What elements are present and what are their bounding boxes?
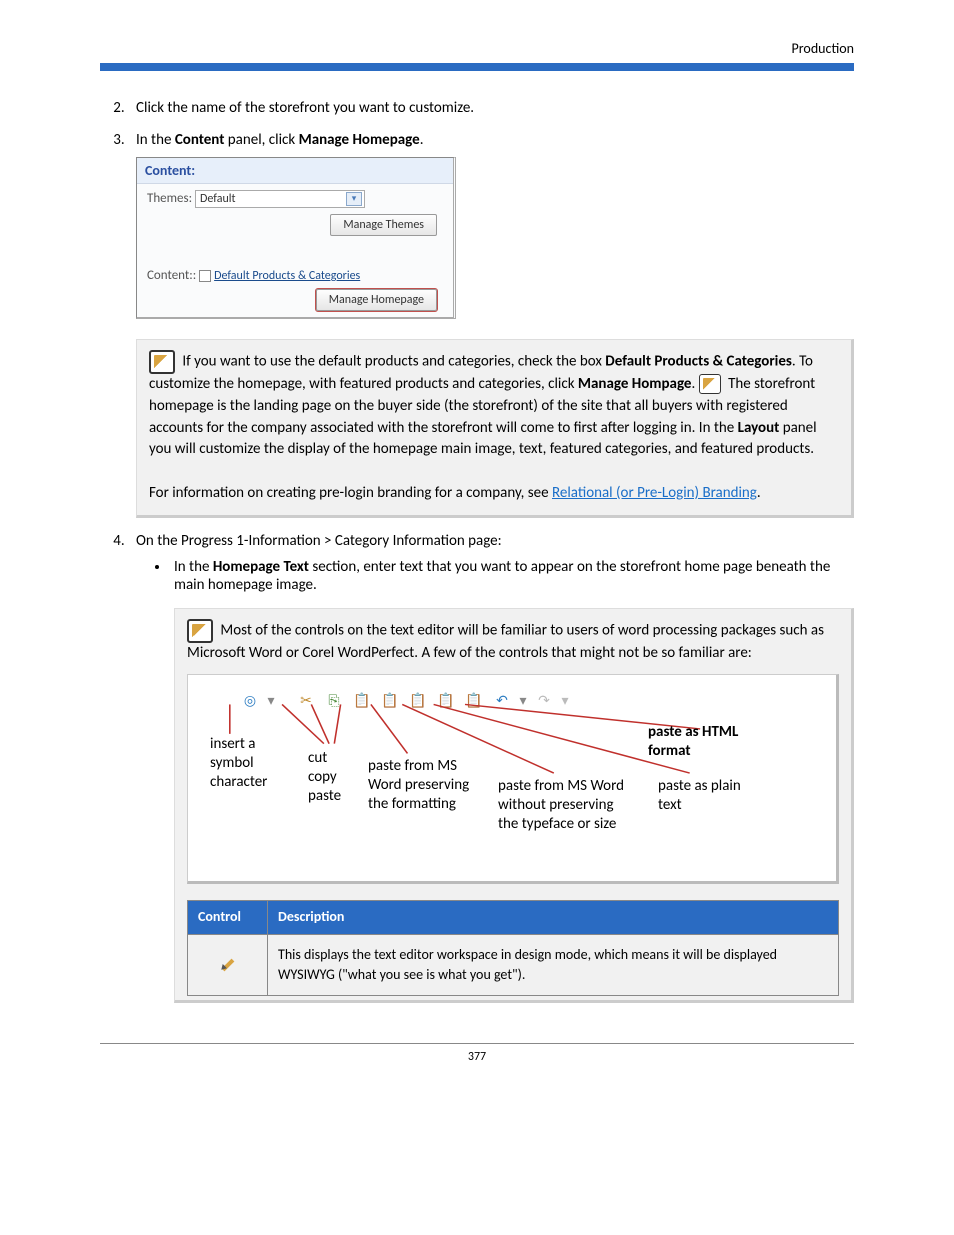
col-control: Control <box>188 901 268 934</box>
pencil-icon <box>219 953 237 971</box>
themes-select[interactable]: Default ▾ <box>195 190 365 208</box>
control-icon-cell <box>188 934 268 996</box>
content-panel-screenshot: Content: Themes: Default ▾ Manage Themes… <box>136 157 456 319</box>
copy-icon: ⎘ <box>322 689 346 713</box>
toolbar-figure: ◎ ▾ ✂ ⎘ 📋 📋 📋 📋 📋 ↶ ▾ ↷ <box>187 674 839 884</box>
t: In the <box>174 558 213 576</box>
t: In the <box>136 131 175 149</box>
step-3: In the Content panel, click Manage Homep… <box>128 131 854 518</box>
t: Most of the controls on the text editor … <box>187 621 824 661</box>
t: Layout <box>738 419 780 437</box>
t: panel, click <box>224 131 298 149</box>
undo-icon: ↶ <box>490 689 514 713</box>
content-row: Content:: Default Products & Categories … <box>137 262 453 317</box>
manage-themes-button[interactable]: Manage Themes <box>330 214 437 236</box>
note-box-2: Most of the controls on the text editor … <box>174 608 854 1004</box>
step-3-line: In the Content panel, click Manage Homep… <box>136 131 423 149</box>
page-number: 377 <box>468 1050 486 1064</box>
themes-label: Themes: <box>147 191 192 206</box>
t: Homepage Text <box>213 558 309 576</box>
dropdown-arrow-icon: ▾ <box>518 689 528 713</box>
panel-title: Content: <box>137 158 453 184</box>
paste-plain-icon: 📋 <box>434 689 458 713</box>
t: Manage Hompage <box>578 375 692 393</box>
paste-word-plain-icon: 📋 <box>406 689 430 713</box>
manage-homepage-button[interactable]: Manage Homepage <box>316 289 437 311</box>
label-paste-word: paste from MS Word preserving the format… <box>368 757 488 813</box>
paste-html-icon: 📋 <box>462 689 486 713</box>
header-section-label: Production <box>100 40 854 57</box>
t: . <box>757 484 761 502</box>
step-4-sublist: In the Homepage Text section, enter text… <box>136 558 854 1004</box>
t: If you want to use the default products … <box>182 353 605 371</box>
label-insert-symbol: insert a symbol character <box>210 735 290 791</box>
relational-branding-link[interactable]: Relational (or Pre-Login) Branding <box>552 484 757 502</box>
t: Content <box>175 131 225 149</box>
t: . <box>691 375 698 393</box>
toolbar-row: ◎ ▾ ✂ ⎘ 📋 📋 📋 📋 📋 ↶ ▾ ↷ <box>238 689 814 713</box>
paste-word-icon: 📋 <box>378 689 402 713</box>
themes-value: Default <box>200 192 236 206</box>
content-label: Content:: <box>147 268 196 283</box>
page-footer: 377 <box>100 1043 854 1064</box>
chevron-down-icon[interactable]: ▾ <box>346 192 362 206</box>
label-cut-copy-paste: cut copy paste <box>308 749 358 805</box>
col-description: Description <box>268 901 839 934</box>
dropdown-arrow-icon: ▾ <box>560 689 570 713</box>
controls-table: Control Description This displays the te… <box>187 900 839 996</box>
step-2: Click the name of the storefront you wan… <box>128 99 854 117</box>
table-row: This displays the text editor workspace … <box>188 934 839 996</box>
note-box-1: If you want to use the default products … <box>136 339 854 518</box>
t: Default Products & Categories <box>605 353 792 371</box>
table-header-row: Control Description <box>188 901 839 934</box>
dropdown-arrow-icon: ▾ <box>266 689 276 713</box>
step-4: On the Progress 1-Information > Category… <box>128 532 854 1004</box>
label-paste-word-plain: paste from MS Word without preserving th… <box>498 777 628 833</box>
themes-row: Themes: Default ▾ Manage Themes <box>137 184 453 242</box>
label-paste-html: paste as HTML format <box>648 723 768 761</box>
insert-symbol-icon: ◎ <box>238 689 262 713</box>
main-ordered-list: Click the name of the storefront you wan… <box>100 99 854 1003</box>
header-rule <box>100 63 854 71</box>
label-paste-plain: paste as plain text <box>658 777 748 815</box>
default-products-link[interactable]: Default Products & Categories <box>214 269 360 283</box>
t: For information on creating pre-login br… <box>149 484 552 502</box>
pencil-note-icon <box>187 619 213 643</box>
homepage-text-bullet: In the Homepage Text section, enter text… <box>170 558 854 1004</box>
control-description: This displays the text editor workspace … <box>268 934 839 996</box>
pencil-note-icon <box>149 350 175 374</box>
pencil-note-icon <box>699 374 721 394</box>
default-products-checkbox[interactable] <box>199 270 211 282</box>
t: Manage Homepage <box>299 131 420 149</box>
step-2-text: Click the name of the storefront you wan… <box>136 99 474 117</box>
cut-icon: ✂ <box>294 689 318 713</box>
t: . <box>420 131 424 149</box>
step-4-text: On the Progress 1-Information > Category… <box>136 532 502 550</box>
redo-icon: ↷ <box>532 689 556 713</box>
paste-icon: 📋 <box>350 689 374 713</box>
